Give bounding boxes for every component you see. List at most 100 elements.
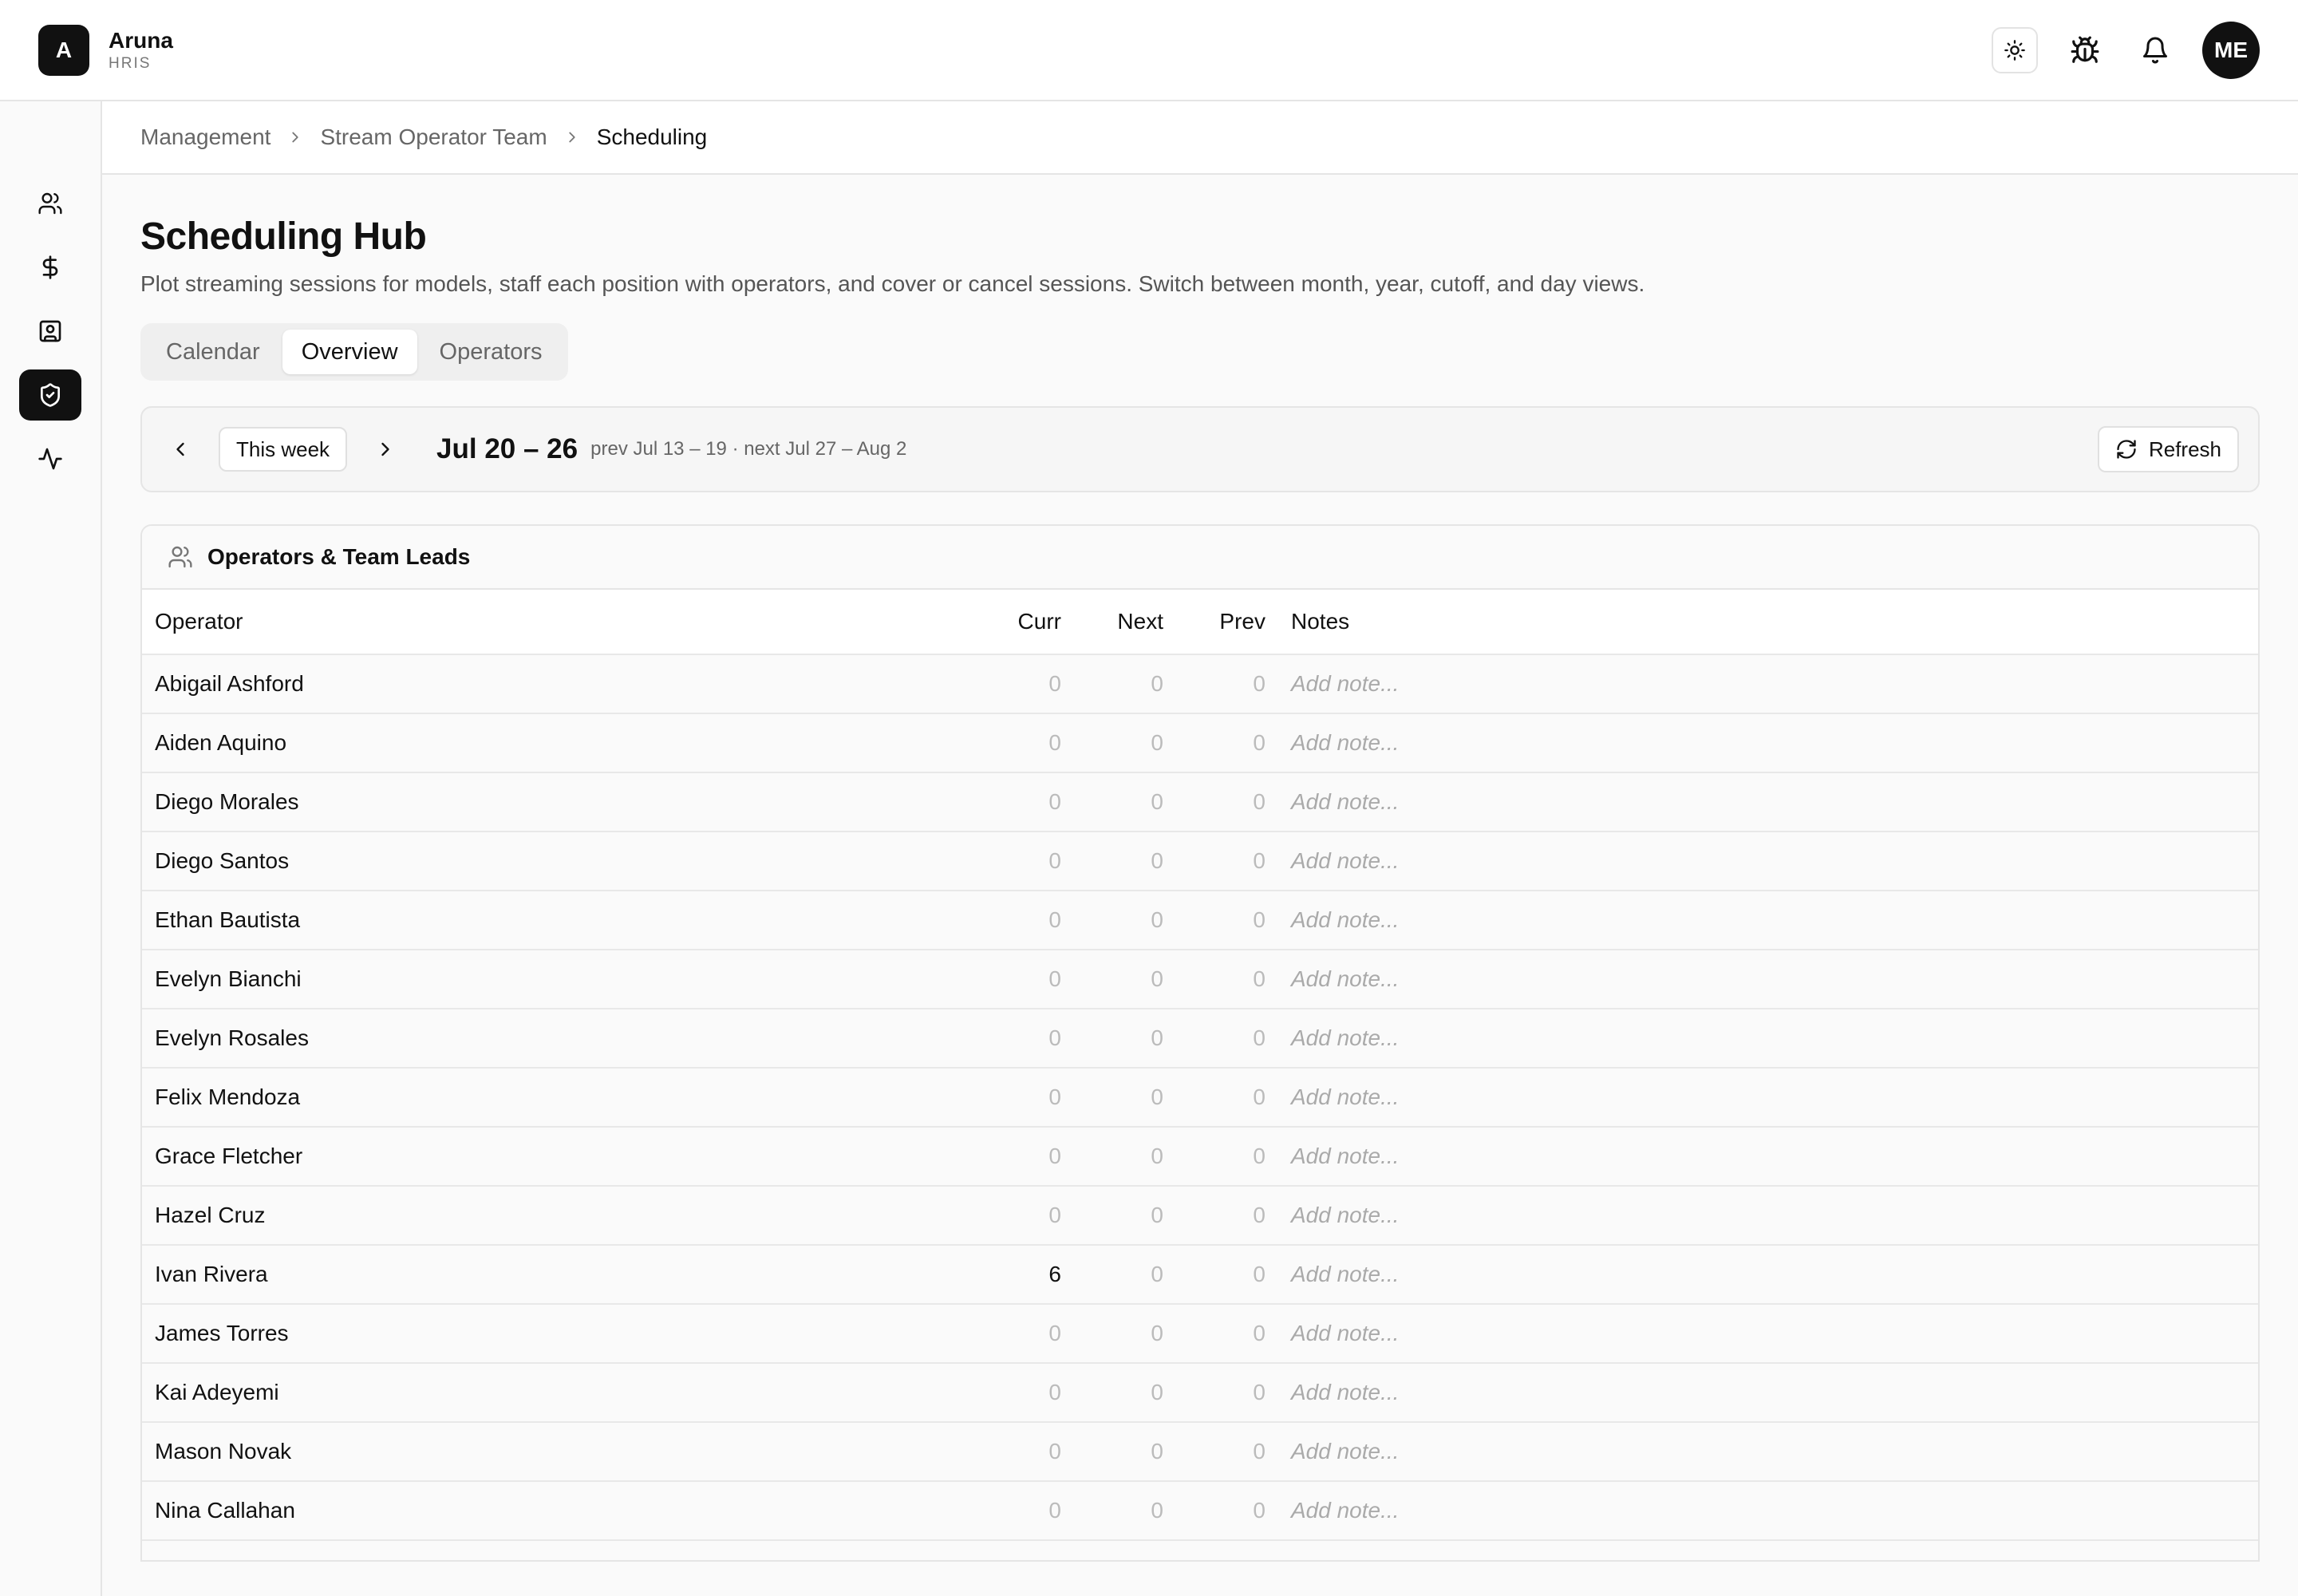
operator-name: Hazel Cruz (155, 1203, 266, 1227)
column-header-curr[interactable]: Curr (965, 609, 1068, 634)
curr-count: 0 (1048, 730, 1061, 755)
column-header-operator[interactable]: Operator (142, 609, 965, 634)
sidebar-item-payroll[interactable] (19, 242, 81, 293)
this-week-button[interactable]: This week (219, 427, 348, 472)
table-row[interactable]: Diego Morales 0 0 0 Add note... (142, 773, 2258, 832)
next-count: 0 (1151, 671, 1163, 696)
next-count: 0 (1151, 1025, 1163, 1050)
curr-count: 0 (1048, 1025, 1061, 1050)
operator-name: Kai Adeyemi (155, 1380, 279, 1404)
curr-count: 0 (1048, 671, 1061, 696)
curr-count: 0 (1048, 1380, 1061, 1404)
curr-count: 0 (1048, 1203, 1061, 1227)
bug-report-button[interactable] (2062, 27, 2108, 73)
page-title: Scheduling Hub (140, 215, 427, 258)
table-row[interactable]: Diego Santos 0 0 0 Add note... (142, 832, 2258, 891)
curr-count: 0 (1048, 1439, 1061, 1464)
note-input[interactable]: Add note... (1272, 1321, 1399, 1346)
next-count: 0 (1151, 1321, 1163, 1345)
next-week-button[interactable] (366, 430, 405, 468)
table-body: Abigail Ashford 0 0 0 Add note... Aiden Aquin… (142, 655, 2258, 1560)
note-input[interactable]: Add note... (1272, 1025, 1399, 1051)
operator-name: Ivan Rivera (155, 1262, 268, 1286)
sidebar-item-scheduling[interactable] (19, 369, 81, 421)
operator-name: Diego Morales (155, 789, 299, 814)
sidebar-item-directory[interactable] (19, 306, 81, 357)
tab-calendar[interactable]: Calendar (147, 330, 279, 374)
note-input[interactable]: Add note... (1272, 1380, 1399, 1405)
table-row[interactable]: Aiden Aquino 0 0 0 Add note... (142, 714, 2258, 773)
operator-name: Mason Novak (155, 1439, 292, 1464)
app-logo[interactable]: A (38, 24, 89, 76)
next-count: 0 (1151, 1439, 1163, 1464)
sun-icon (2004, 39, 2025, 61)
table-row[interactable]: Hazel Cruz 0 0 0 Add note... (142, 1187, 2258, 1246)
column-header-next[interactable]: Next (1068, 609, 1170, 634)
next-count: 0 (1151, 1203, 1163, 1227)
note-input[interactable]: Add note... (1272, 1203, 1399, 1228)
view-tabs: Calendar Overview Operators (140, 323, 568, 381)
note-input[interactable]: Add note... (1272, 1557, 1399, 1560)
bell-icon (2143, 37, 2167, 63)
curr-count: 0 (1048, 848, 1061, 873)
refresh-button[interactable]: Refresh (2097, 426, 2239, 472)
notifications-button[interactable] (2132, 27, 2178, 73)
column-header-prev[interactable]: Prev (1170, 609, 1272, 634)
curr-count: 0 (1048, 1144, 1061, 1168)
user-avatar[interactable]: ME (2202, 21, 2260, 79)
table-row[interactable]: Felix Mendoza 0 0 0 Add note... (142, 1069, 2258, 1128)
table-row[interactable]: James Torres 0 0 0 Add note... (142, 1305, 2258, 1364)
panel-title: Operators & Team Leads (207, 544, 471, 569)
contact-card-icon (39, 320, 61, 342)
table-row[interactable]: Ivan Rivera 6 0 0 Add note... (142, 1246, 2258, 1305)
table-row[interactable]: Ethan Bautista 0 0 0 Add note... (142, 891, 2258, 950)
chevron-right-icon (563, 128, 581, 146)
tab-operators[interactable]: Operators (421, 330, 562, 374)
sidebar-item-activity[interactable] (19, 433, 81, 484)
prev-count: 0 (1253, 1321, 1265, 1345)
prev-week-button[interactable] (161, 430, 199, 468)
table-row[interactable]: Evelyn Bianchi 0 0 0 Add note... (142, 950, 2258, 1009)
prev-count: 0 (1253, 848, 1265, 873)
bug-icon (2071, 36, 2099, 63)
sidebar-item-people[interactable] (19, 178, 81, 229)
tab-overview[interactable]: Overview (282, 330, 417, 374)
brand-name: Aruna (109, 27, 173, 53)
table-row[interactable]: Grace Fletcher 0 0 0 Add note... (142, 1128, 2258, 1187)
table-row[interactable]: Noah Domingo000Add note... (142, 1541, 2258, 1560)
top-bar: A Aruna HRIS ME (0, 0, 2298, 101)
curr-count: 0 (965, 1557, 1068, 1560)
table-row[interactable]: Nina Callahan 0 0 0 Add note... (142, 1482, 2258, 1541)
note-input[interactable]: Add note... (1272, 1144, 1399, 1169)
table-row[interactable]: Abigail Ashford 0 0 0 Add note... (142, 655, 2258, 714)
next-count: 0 (1151, 1084, 1163, 1109)
note-input[interactable]: Add note... (1272, 907, 1399, 933)
table-row[interactable]: Mason Novak 0 0 0 Add note... (142, 1423, 2258, 1482)
note-input[interactable]: Add note... (1272, 1439, 1399, 1464)
week-range-adjacent: prev Jul 13 – 19 · next Jul 27 – Aug 2 (590, 438, 907, 460)
operator-name: Evelyn Bianchi (155, 966, 302, 991)
note-input[interactable]: Add note... (1272, 1262, 1399, 1287)
note-input[interactable]: Add note... (1272, 671, 1399, 697)
column-header-notes: Notes (1291, 609, 1350, 634)
note-input[interactable]: Add note... (1272, 1084, 1399, 1110)
theme-toggle-button[interactable] (1992, 26, 2038, 73)
prev-count: 0 (1253, 1144, 1265, 1168)
note-input[interactable]: Add note... (1272, 1498, 1399, 1523)
next-count: 0 (1151, 1380, 1163, 1404)
operator-name: Ethan Bautista (155, 907, 301, 932)
table-row[interactable]: Kai Adeyemi 0 0 0 Add note... (142, 1364, 2258, 1423)
note-input[interactable]: Add note... (1272, 789, 1399, 815)
note-input[interactable]: Add note... (1272, 966, 1399, 992)
operators-table-panel: Operators & Team Leads Operator Curr Nex… (140, 524, 2260, 1562)
brand-subtitle: HRIS (109, 54, 152, 72)
note-input[interactable]: Add note... (1272, 848, 1399, 874)
curr-count: 0 (1048, 1084, 1061, 1109)
next-count: 0 (1151, 1262, 1163, 1286)
breadcrumb-team[interactable]: Stream Operator Team (320, 124, 547, 150)
note-input[interactable]: Add note... (1272, 730, 1399, 756)
breadcrumb-management[interactable]: Management (140, 124, 270, 150)
operator-name: James Torres (155, 1321, 289, 1345)
table-row[interactable]: Evelyn Rosales 0 0 0 Add note... (142, 1009, 2258, 1069)
operator-name: Felix Mendoza (155, 1084, 301, 1109)
